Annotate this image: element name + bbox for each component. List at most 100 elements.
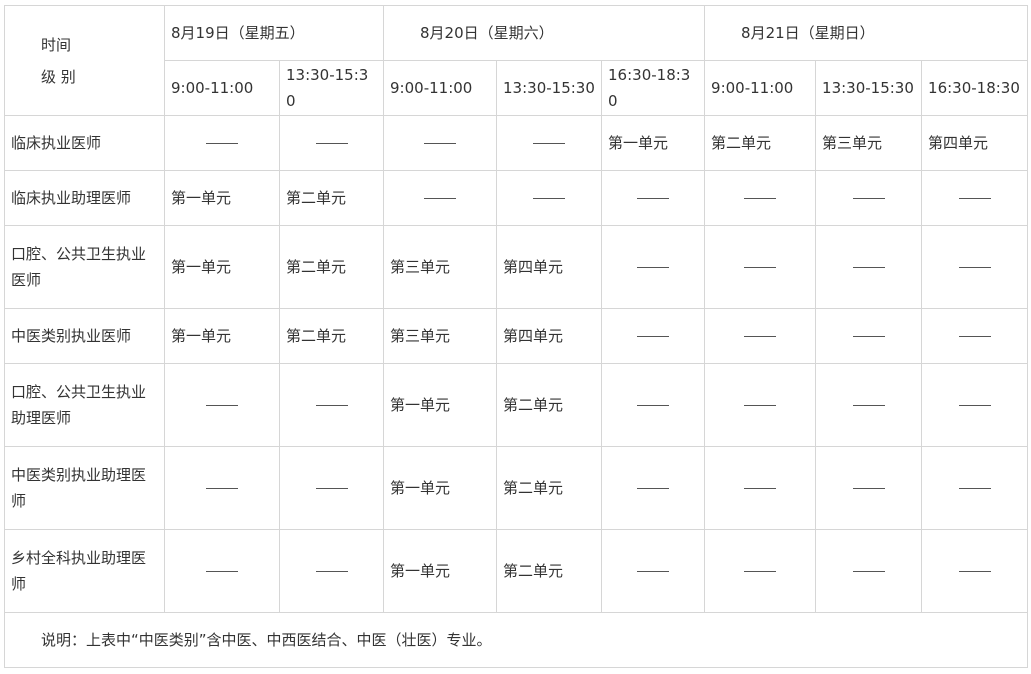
dash-placeholder — [958, 267, 991, 268]
date-header-row: 时间 级 别 8月19日（星期五） 8月20日（星期六） 8月21日（星期日） — [4, 5, 1029, 116]
dash-placeholder — [744, 405, 777, 406]
table-row: 临床执业助理医师 第一单元 第二单元 — [4, 170, 1029, 226]
empty-slot-cell — [496, 170, 603, 226]
empty-slot-cell — [921, 446, 1029, 530]
time-slot-cell: 13:30-15:30 — [278, 60, 385, 116]
exam-unit-cell: 第三单元 — [383, 225, 498, 309]
exam-unit-cell: 第一单元 — [383, 363, 498, 447]
empty-slot-cell — [704, 170, 817, 226]
dash-placeholder — [206, 488, 238, 489]
time-slot-cell: 9:00-11:00 — [383, 60, 498, 116]
level-header-label: 级 别 — [41, 67, 76, 86]
exam-unit-cell: 第二单元 — [278, 170, 385, 226]
dash-placeholder — [744, 488, 777, 489]
level-cell: 口腔、公共卫生执业医师 — [4, 225, 165, 309]
table-row: 口腔、公共卫生执业助理医师 第一单元 第二单元 — [4, 363, 1029, 447]
dash-placeholder — [637, 571, 670, 572]
dash-placeholder — [315, 571, 348, 572]
corner-header-cell: 时间 级 别 — [4, 5, 165, 116]
empty-slot-cell — [815, 363, 923, 447]
empty-slot-cell — [164, 115, 280, 171]
dash-placeholder — [958, 488, 991, 489]
dash-placeholder — [744, 267, 777, 268]
table-note: 说明：上表中“中医类别”含中医、中西医结合、中医（壮医）专业。 — [3, 612, 1029, 668]
time-slot-cell: 13:30-15:30 — [815, 60, 923, 116]
dash-placeholder — [852, 405, 885, 406]
dash-placeholder — [533, 143, 566, 144]
exam-unit-cell: 第一单元 — [601, 115, 706, 171]
empty-slot-cell — [164, 446, 280, 530]
exam-unit-cell: 第三单元 — [383, 308, 498, 364]
empty-slot-cell — [164, 529, 280, 613]
exam-unit-cell: 第三单元 — [815, 115, 923, 171]
dash-placeholder — [852, 198, 885, 199]
dash-placeholder — [958, 405, 991, 406]
empty-slot-cell — [704, 446, 817, 530]
exam-unit-cell: 第二单元 — [704, 115, 817, 171]
exam-unit-cell: 第二单元 — [278, 225, 385, 309]
level-cell: 临床执业医师 — [4, 115, 165, 171]
dash-placeholder — [744, 198, 777, 199]
empty-slot-cell — [496, 115, 603, 171]
empty-slot-cell — [704, 308, 817, 364]
exam-unit-cell: 第二单元 — [496, 363, 603, 447]
dash-placeholder — [315, 143, 348, 144]
time-slot-cell: 16:30-18:30 — [601, 60, 706, 116]
exam-schedule-table: 时间 级 别 8月19日（星期五） 8月20日（星期六） 8月21日（星期日） … — [3, 5, 1029, 668]
time-header-label: 时间 — [41, 35, 72, 54]
dash-placeholder — [637, 267, 670, 268]
date-header-cell: 8月19日（星期五） — [163, 5, 385, 61]
table-row: 乡村全科执业助理医师 第一单元 第二单元 — [4, 529, 1029, 613]
dash-placeholder — [206, 143, 238, 144]
empty-slot-cell — [164, 363, 280, 447]
empty-slot-cell — [815, 225, 923, 309]
dash-placeholder — [852, 571, 885, 572]
empty-slot-cell — [383, 170, 498, 226]
dash-placeholder — [637, 488, 670, 489]
empty-slot-cell — [601, 446, 706, 530]
dash-placeholder — [958, 571, 991, 572]
table-row: 中医类别执业医师 第一单元 第二单元 第三单元 第四单元 — [4, 308, 1029, 364]
empty-slot-cell — [278, 363, 385, 447]
empty-slot-cell — [815, 308, 923, 364]
dash-placeholder — [637, 405, 670, 406]
exam-unit-cell: 第四单元 — [496, 308, 603, 364]
exam-unit-cell: 第二单元 — [278, 308, 385, 364]
empty-slot-cell — [278, 529, 385, 613]
table-row: 口腔、公共卫生执业医师 第一单元 第二单元 第三单元 第四单元 — [4, 225, 1029, 309]
dash-placeholder — [637, 336, 670, 337]
exam-unit-cell: 第四单元 — [496, 225, 603, 309]
exam-unit-cell: 第二单元 — [496, 529, 603, 613]
empty-slot-cell — [921, 225, 1029, 309]
exam-unit-cell: 第四单元 — [921, 115, 1029, 171]
exam-unit-cell: 第一单元 — [164, 170, 280, 226]
dash-placeholder — [744, 571, 777, 572]
dash-placeholder — [533, 198, 566, 199]
level-cell: 中医类别执业助理医师 — [4, 446, 165, 530]
dash-placeholder — [958, 336, 991, 337]
empty-slot-cell — [815, 446, 923, 530]
exam-unit-cell: 第一单元 — [164, 225, 280, 309]
empty-slot-cell — [704, 529, 817, 613]
empty-slot-cell — [601, 529, 706, 613]
exam-unit-cell: 第二单元 — [496, 446, 603, 530]
empty-slot-cell — [278, 446, 385, 530]
time-slot-cell: 9:00-11:00 — [704, 60, 817, 116]
empty-slot-cell — [815, 529, 923, 613]
exam-unit-cell: 第一单元 — [164, 308, 280, 364]
date-header-cell: 8月21日（星期日） — [704, 5, 1029, 61]
dash-placeholder — [744, 336, 777, 337]
empty-slot-cell — [601, 308, 706, 364]
date-header-cell: 8月20日（星期六） — [383, 5, 706, 61]
exam-unit-cell: 第一单元 — [383, 529, 498, 613]
exam-unit-cell: 第一单元 — [383, 446, 498, 530]
empty-slot-cell — [815, 170, 923, 226]
dash-placeholder — [424, 143, 457, 144]
dash-placeholder — [206, 405, 238, 406]
level-cell: 中医类别执业医师 — [4, 308, 165, 364]
dash-placeholder — [315, 488, 348, 489]
table-row: 中医类别执业助理医师 第一单元 第二单元 — [4, 446, 1029, 530]
level-cell: 临床执业助理医师 — [4, 170, 165, 226]
empty-slot-cell — [278, 115, 385, 171]
empty-slot-cell — [601, 225, 706, 309]
